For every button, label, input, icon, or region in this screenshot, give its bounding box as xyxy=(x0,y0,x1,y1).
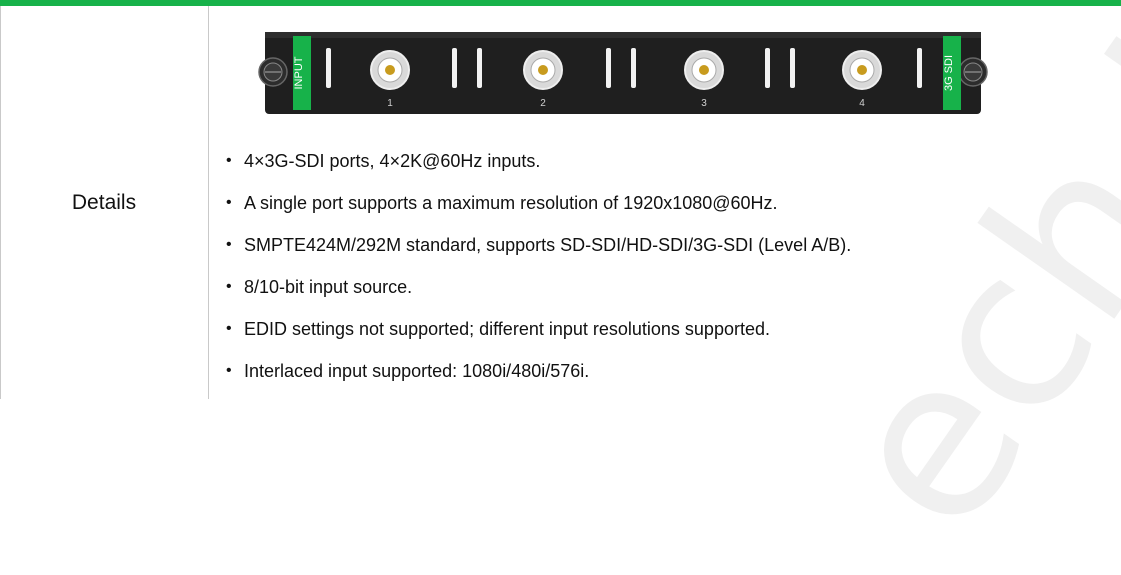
vent-slot xyxy=(631,48,636,88)
list-item: • 8/10-bit input source. xyxy=(226,266,851,308)
port-number: 3 xyxy=(701,98,707,109)
list-item: • A single port supports a maximum resolu… xyxy=(226,182,851,224)
bullet-icon: • xyxy=(226,152,232,169)
column-divider xyxy=(208,6,209,399)
bullet-icon: • xyxy=(226,278,232,295)
vent-slot xyxy=(765,48,770,88)
port-number: 1 xyxy=(387,98,393,109)
vent-slot xyxy=(326,48,331,88)
bullet-icon: • xyxy=(226,362,232,379)
vent-slot xyxy=(477,48,482,88)
bullet-icon: • xyxy=(226,194,232,211)
list-item: • EDID settings not supported; different … xyxy=(226,308,851,350)
sdi-tab-text: 3G SDI xyxy=(943,55,955,91)
bullet-icon: • xyxy=(226,236,232,253)
right-screw-icon xyxy=(958,57,988,87)
details-bullet-list: • 4×3G-SDI ports, 4×2K@60Hz inputs. • A si… xyxy=(226,140,851,392)
bullet-text: SMPTE424M/292M standard, supports SD-SDI… xyxy=(244,234,852,255)
bullet-text: 8/10-bit input source. xyxy=(244,276,413,297)
port-number: 2 xyxy=(540,98,546,109)
port-number: 4 xyxy=(859,98,865,109)
list-item: • 4×3G-SDI ports, 4×2K@60Hz inputs. xyxy=(226,140,851,182)
vent-slot xyxy=(790,48,795,88)
list-item: • Interlaced input supported: 1080i/480i/… xyxy=(226,350,851,392)
bnc-connector-icon xyxy=(370,50,410,90)
bullet-text: 4×3G-SDI ports, 4×2K@60Hz inputs. xyxy=(244,150,541,171)
vent-slot xyxy=(452,48,457,88)
list-item: • SMPTE424M/292M standard, supports SD-SD… xyxy=(226,224,851,266)
bullet-text: Interlaced input supported: 1080i/480i/5… xyxy=(244,360,590,381)
bullet-text: EDID settings not supported; different i… xyxy=(244,318,770,339)
bnc-connector-icon xyxy=(523,50,563,90)
left-screw-icon xyxy=(258,57,288,87)
bnc-connector-icon xyxy=(684,50,724,90)
details-label-text: Details xyxy=(71,190,137,214)
sdi-input-card-image: INPUT 3G SDI 1 2 3 4 xyxy=(258,32,988,114)
vent-slot xyxy=(606,48,611,88)
bullet-text: A single port supports a maximum resolut… xyxy=(244,192,778,213)
input-tab-text: INPUT xyxy=(293,56,305,89)
bnc-connector-icon xyxy=(842,50,882,90)
details-label: Details xyxy=(0,6,208,399)
bullet-icon: • xyxy=(226,320,232,337)
vent-slot xyxy=(917,48,922,88)
